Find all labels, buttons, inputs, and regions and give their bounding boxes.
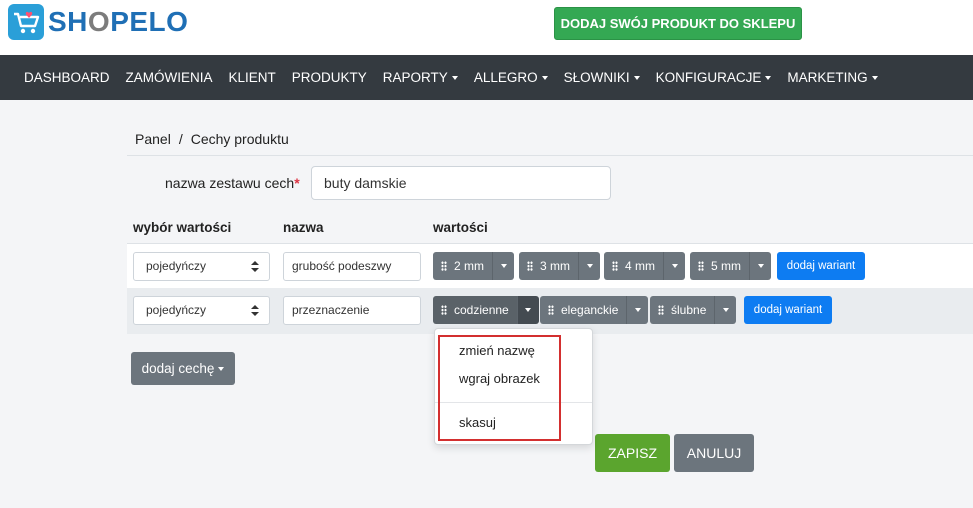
column-header-values: wartości [433, 220, 488, 235]
selection-type-select[interactable]: pojedyńczy [133, 252, 270, 281]
caret-down-icon [765, 75, 772, 80]
value-button-group: eleganckie [540, 296, 649, 324]
drag-handle-icon[interactable] [527, 261, 533, 271]
caret-down-icon [633, 75, 640, 80]
select-arrows-icon [251, 305, 259, 317]
logo-text: SHOPELO [48, 6, 189, 37]
add-feature-button[interactable]: dodaj cechę [131, 352, 235, 385]
divider [127, 155, 973, 156]
value-dropdown-toggle[interactable] [493, 252, 514, 280]
drag-handle-icon[interactable] [698, 261, 704, 271]
value-dropdown-toggle[interactable] [664, 252, 685, 280]
add-variant-button[interactable]: dodaj wariant [777, 252, 865, 280]
nav-item-reports[interactable]: RAPORTY [375, 70, 466, 85]
breadcrumb: Panel / Cechy produktu [135, 131, 289, 147]
value-button-group: 3 mm [519, 252, 600, 280]
save-button[interactable]: ZAPISZ [595, 434, 670, 472]
shopelo-logo[interactable]: SHOPELO [8, 4, 188, 40]
breadcrumb-separator: / [178, 131, 183, 147]
caret-down-icon [500, 264, 507, 268]
nav-item-marketing[interactable]: MARKETING [779, 70, 885, 85]
value-button[interactable]: 5 mm [690, 252, 750, 280]
add-product-to-store-button[interactable]: DODAJ SWÓJ PRODUKT DO SKLEPU [554, 7, 802, 40]
value-button[interactable]: 2 mm [433, 252, 493, 280]
caret-down-icon [671, 264, 678, 268]
caret-down-icon [586, 264, 593, 268]
value-dropdown-toggle[interactable] [715, 296, 737, 324]
value-button[interactable]: eleganckie [540, 296, 628, 324]
selection-type-select[interactable]: pojedyńczy [133, 296, 270, 325]
drag-handle-icon[interactable] [658, 305, 664, 315]
caret-down-icon [871, 75, 878, 80]
value-dropdown-toggle[interactable] [579, 252, 600, 280]
value-button[interactable]: ślubne [650, 296, 716, 324]
nav-item-configuration[interactable]: KONFIGURACJE [648, 70, 780, 85]
value-button-group: codzienne [433, 296, 539, 324]
main-nav: DASHBOARD ZAMÓWIENIA KLIENT PRODUKTY RAP… [0, 55, 973, 100]
value-button-group: ślubne [650, 296, 737, 324]
caret-down-icon [218, 366, 225, 371]
value-button[interactable]: 3 mm [519, 252, 579, 280]
drag-handle-icon[interactable] [548, 305, 554, 315]
caret-down-icon [541, 75, 548, 80]
drag-handle-icon[interactable] [612, 261, 618, 271]
nav-item-allegro[interactable]: ALLEGRO [466, 70, 556, 85]
caret-down-icon [722, 308, 729, 312]
nav-item-dictionaries[interactable]: SŁOWNIKI [556, 70, 648, 85]
caret-down-icon [525, 308, 532, 312]
nav-item-client[interactable]: KLIENT [221, 70, 284, 85]
table-row: pojedyńczy grubość podeszwy 2 mm 3 mm 4 … [127, 244, 973, 290]
breadcrumb-current: Cechy produktu [190, 131, 289, 147]
drag-handle-icon[interactable] [441, 261, 447, 271]
feature-name-input[interactable]: przeznaczenie [283, 296, 421, 325]
table-header: wybór wartości nazwa wartości [127, 212, 973, 245]
cart-icon [8, 4, 44, 40]
value-dropdown-toggle[interactable] [750, 252, 771, 280]
value-button-group: 5 mm [690, 252, 771, 280]
cancel-button[interactable]: ANULUJ [674, 434, 754, 472]
nav-item-orders[interactable]: ZAMÓWIENIA [118, 70, 221, 85]
drag-handle-icon[interactable] [441, 305, 447, 315]
breadcrumb-panel-link[interactable]: Panel [135, 131, 171, 147]
column-header-selection: wybór wartości [133, 220, 232, 235]
top-bar: SHOPELO DODAJ SWÓJ PRODUKT DO SKLEPU [0, 0, 973, 55]
feature-name-input[interactable]: grubość podeszwy [283, 252, 421, 281]
add-variant-button[interactable]: dodaj wariant [744, 296, 832, 324]
nav-item-products[interactable]: PRODUKTY [284, 70, 375, 85]
value-button[interactable]: 4 mm [604, 252, 664, 280]
value-button-group: 4 mm [604, 252, 685, 280]
value-dropdown-toggle[interactable] [627, 296, 649, 324]
value-dropdown-toggle[interactable] [517, 296, 539, 324]
caret-down-icon [634, 308, 641, 312]
value-button[interactable]: codzienne [433, 296, 518, 324]
column-header-name: nazwa [283, 220, 324, 235]
nav-item-dashboard[interactable]: DASHBOARD [16, 70, 118, 85]
select-arrows-icon [251, 261, 259, 273]
required-mark: * [294, 175, 300, 191]
set-name-label: nazwa zestawu cech* [165, 175, 300, 191]
annotation-highlight-box [438, 335, 561, 441]
value-button-group: 2 mm [433, 252, 514, 280]
caret-down-icon [451, 75, 458, 80]
set-name-input[interactable]: buty damskie [311, 166, 611, 200]
caret-down-icon [757, 264, 764, 268]
